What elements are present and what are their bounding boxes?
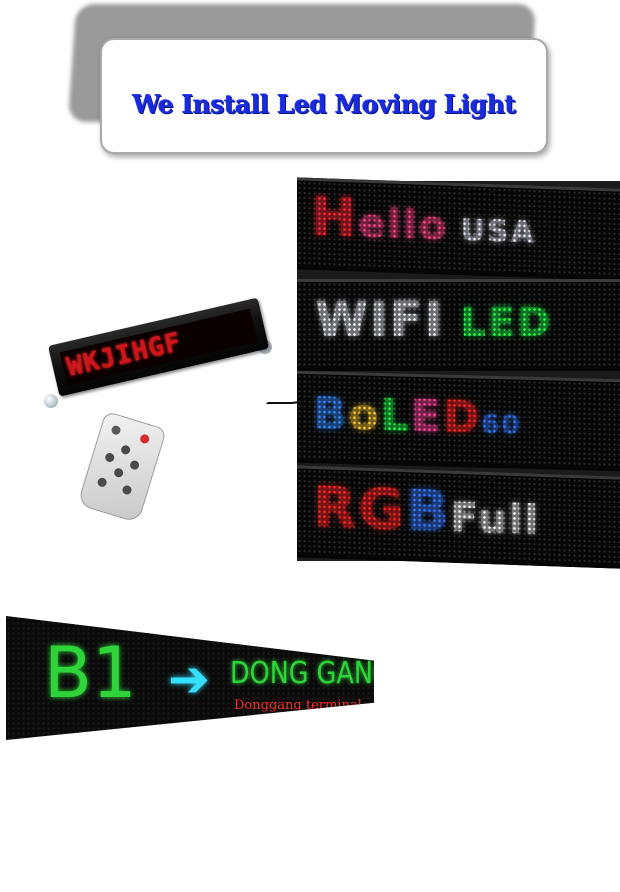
led-letters: B <box>313 388 349 441</box>
suction-cup-left <box>44 394 58 408</box>
remote-button <box>113 467 125 479</box>
bus-led-sign-photo: B1 ➔ DONG GANG Donggang terminal <box>6 616 374 740</box>
led-panel-3-text: BoLED60 <box>313 388 522 444</box>
led-letters: H <box>311 184 359 250</box>
car-led-sign: WKJIHGF <box>48 297 270 397</box>
led-panel-2: WIFI LED <box>297 279 620 371</box>
led-panel-2-text: WIFI LED <box>315 292 552 348</box>
car-led-text: WKJIHGF <box>64 327 185 383</box>
led-letters: WIFI <box>315 292 445 348</box>
remote-control <box>77 410 167 524</box>
car-led-screen: WKJIHGF <box>59 308 258 386</box>
led-panel-1: Hello USA <box>297 177 620 281</box>
remote-button <box>96 476 108 488</box>
arrow-right-icon: ➔ <box>168 650 210 708</box>
led-letters: 60 <box>481 409 522 441</box>
led-panel-3: BoLED60 <box>297 370 620 472</box>
led-panel-1-text: Hello USA <box>311 185 536 256</box>
led-letters: Full <box>450 494 541 544</box>
title-banner: We Install Led Moving Light <box>100 38 548 154</box>
car-led-sign-photo: WKJIHGF <box>30 297 330 524</box>
led-letters: LED <box>444 300 553 346</box>
led-letters: D <box>442 391 482 444</box>
led-panel-4: RGBFull <box>297 465 620 569</box>
remote-button <box>128 459 141 471</box>
remote-button <box>121 484 133 496</box>
led-letters: E <box>410 390 443 443</box>
remote-power-button <box>139 433 151 445</box>
rgb-led-panels-photo: Hello USA WIFI LED BoLED60 RGBFull <box>297 177 620 569</box>
led-letters: o <box>348 389 381 441</box>
led-panel-4-text: RGBFull <box>313 475 540 548</box>
page-title: We Install Led Moving Light <box>132 90 516 119</box>
remote-button <box>110 424 122 436</box>
destination-text: DONG GANG <box>230 656 393 691</box>
remote-button <box>104 451 116 464</box>
led-letters: L <box>380 389 411 442</box>
destination-subtitle: Donggang terminal <box>234 698 362 713</box>
led-letters: ello <box>358 200 449 250</box>
led-letters: USA <box>448 212 536 251</box>
led-letters: B <box>406 478 451 545</box>
remote-button <box>120 444 132 456</box>
led-letters: RG <box>313 474 407 544</box>
route-code: B1 <box>44 632 137 714</box>
